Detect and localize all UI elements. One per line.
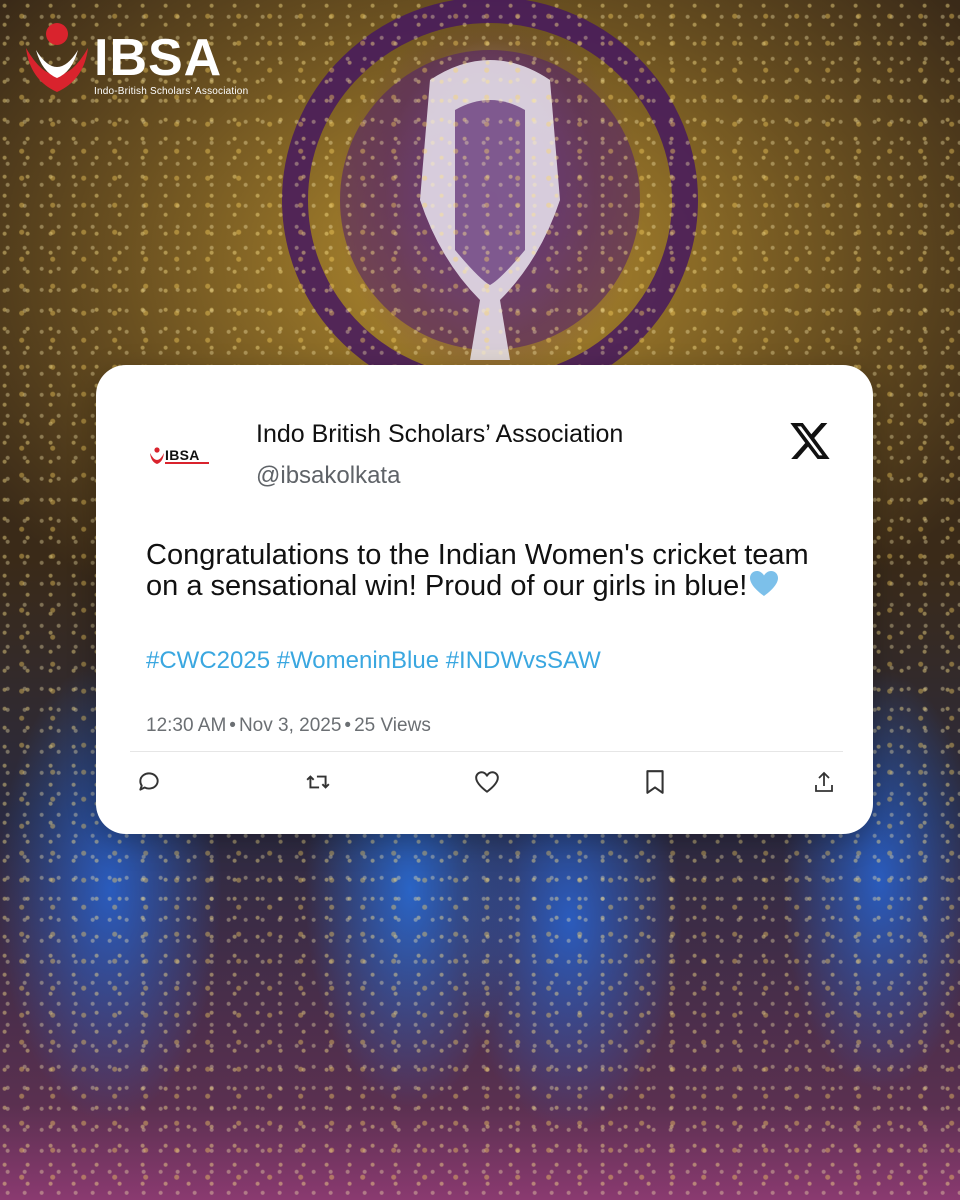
ibsa-logo: IBSA Indo-British Scholars' Association: [24, 22, 274, 98]
ibsa-mark-icon: [26, 23, 88, 92]
reply-icon: [139, 772, 159, 791]
divider: [130, 751, 843, 752]
x-logo-icon[interactable]: [790, 423, 830, 459]
tweet-text: Congratulations to the Indian Women's cr…: [146, 540, 836, 604]
tweet-meta: 12:30 AM • Nov 3, 2025 • 25 Views: [146, 715, 431, 737]
share-icon: [815, 771, 833, 792]
logo-subtitle: Indo-British Scholars' Association: [94, 86, 249, 97]
action-bar: [96, 765, 873, 799]
hashtags[interactable]: #CWC2025 #WomeninBlue #INDWvsSAW: [146, 647, 601, 675]
tweet-card: IBSA Indo British Scholars’ Association …: [96, 365, 873, 834]
tweet-time[interactable]: 12:30 AM: [146, 715, 226, 736]
logo-wordmark: IBSA: [94, 29, 223, 87]
bookmark-icon: [646, 770, 664, 794]
meta-separator: •: [229, 715, 236, 736]
tweet-body: Congratulations to the Indian Women's cr…: [146, 539, 809, 602]
blue-heart-icon: [749, 570, 779, 604]
meta-separator: •: [344, 715, 352, 736]
retweet-icon: [306, 775, 330, 789]
avatar-wordmark: IBSA: [165, 447, 200, 463]
share-button[interactable]: [809, 767, 839, 797]
retweet-button[interactable]: [303, 767, 333, 797]
view-count[interactable]: 25 Views: [354, 715, 431, 736]
avatar[interactable]: IBSA: [150, 445, 214, 469]
tweet-date[interactable]: Nov 3, 2025: [239, 715, 341, 736]
like-icon: [475, 771, 499, 793]
avatar-underline: [165, 462, 209, 464]
like-button[interactable]: [472, 767, 502, 797]
ibsa-avatar-mark-icon: [150, 447, 164, 464]
account-name[interactable]: Indo British Scholars’ Association: [256, 420, 623, 449]
bookmark-button[interactable]: [640, 767, 670, 797]
reply-button[interactable]: [134, 767, 164, 797]
account-handle[interactable]: @ibsakolkata: [256, 462, 400, 490]
